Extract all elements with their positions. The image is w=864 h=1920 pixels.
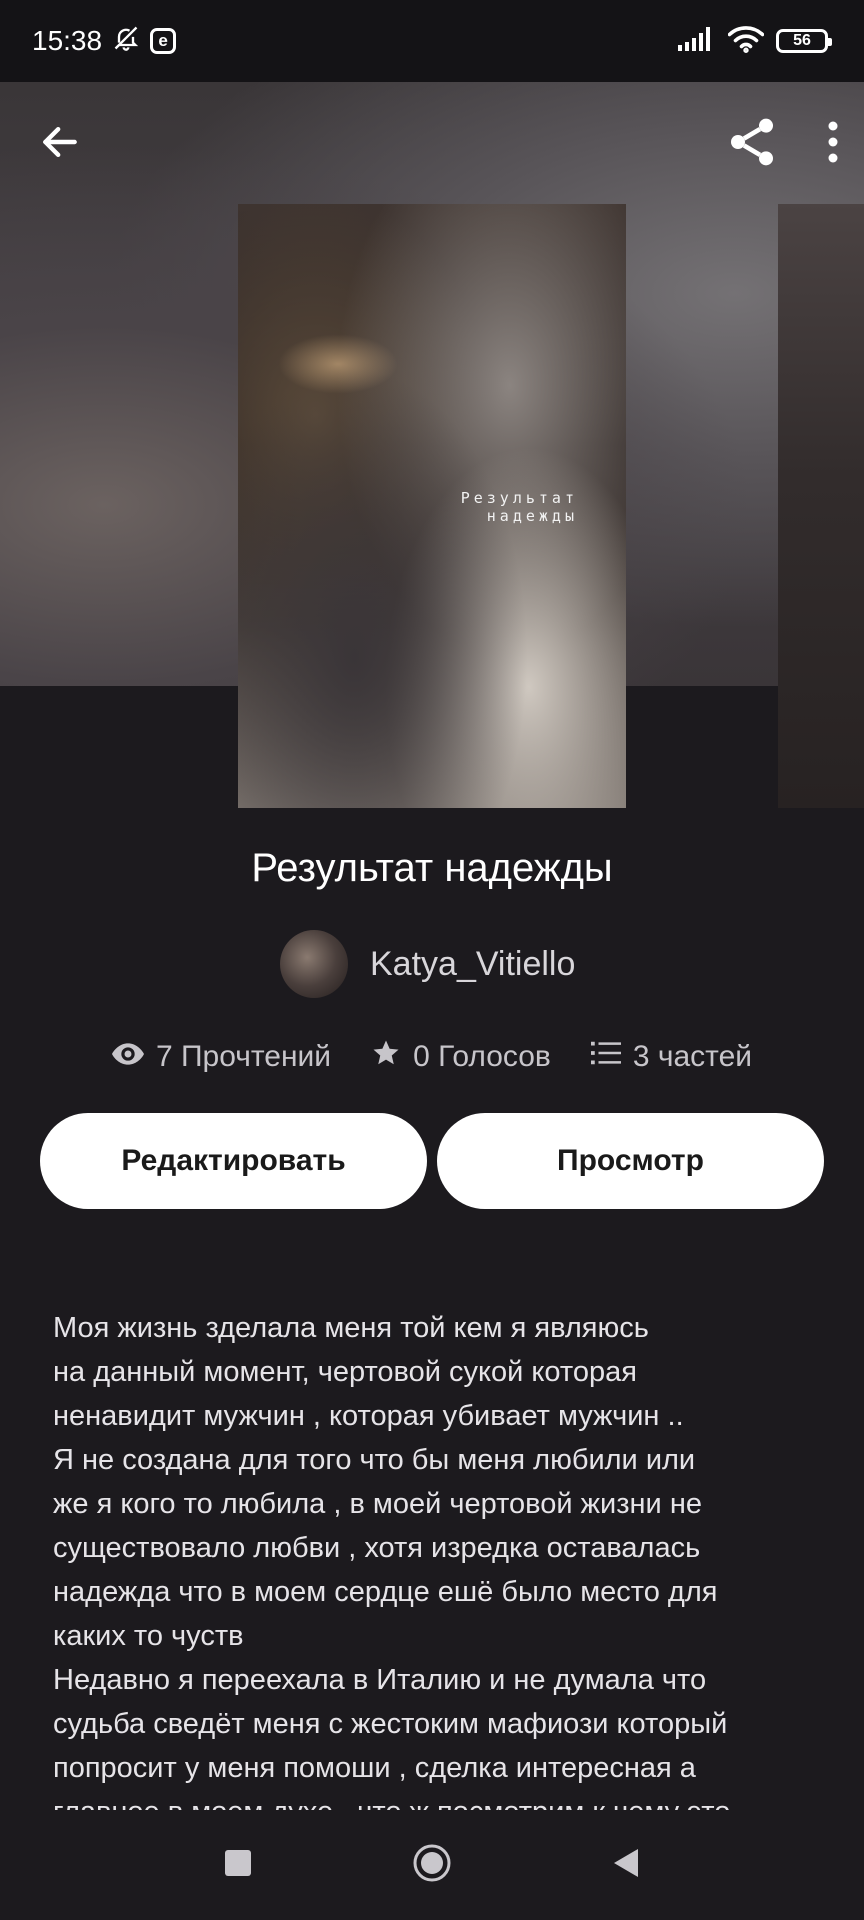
top-actions: [724, 114, 840, 170]
story-stats: 7 Прочтений 0 Голосов 3 частей: [0, 1038, 864, 1076]
share-icon[interactable]: [724, 114, 780, 170]
story-title: Результат надежды: [251, 846, 613, 890]
status-left: 15:38 e: [32, 24, 177, 59]
more-vertical-icon[interactable]: [826, 120, 840, 164]
story-description: Моя жизнь зделала меня той кем я являюсь…: [53, 1312, 731, 1816]
system-navigation-bar: [0, 1810, 864, 1920]
author-row[interactable]: Katya_Vitiello: [280, 930, 575, 998]
wifi-icon: [727, 25, 765, 58]
votes-stat: 0 Голосов: [371, 1038, 551, 1076]
back-triangle-icon[interactable]: [612, 1848, 640, 1883]
status-time: 15:38: [32, 25, 103, 56]
action-buttons: Редактировать Просмотр: [40, 1113, 824, 1209]
parts-stat: 3 частей: [590, 1040, 753, 1074]
reads-count: 7 Прочтений: [155, 1040, 332, 1073]
cover-text-line2: надежды: [486, 507, 578, 525]
e-badge-icon: e: [150, 28, 177, 54]
bell-off-icon: [112, 24, 140, 59]
cover-light-glow: [278, 334, 398, 394]
star-icon: [371, 1038, 401, 1076]
story-cover-image[interactable]: Результат надежды: [238, 204, 626, 808]
recents-square-icon[interactable]: [224, 1849, 252, 1882]
status-bar: 15:38 e 56: [0, 0, 864, 82]
avatar[interactable]: [280, 930, 348, 998]
top-app-bar: [0, 82, 864, 202]
author-name[interactable]: Katya_Vitiello: [370, 945, 575, 984]
reads-stat: 7 Прочтений: [111, 1040, 332, 1074]
votes-count: 0 Голосов: [413, 1040, 551, 1073]
edit-button[interactable]: Редактировать: [40, 1113, 427, 1209]
parts-count: 3 частей: [632, 1040, 753, 1073]
back-arrow-icon[interactable]: [38, 120, 82, 164]
status-right: 56: [678, 25, 832, 58]
signal-icon: [678, 26, 716, 56]
eye-icon: [111, 1040, 144, 1074]
battery-icon: 56: [776, 29, 832, 53]
list-icon: [590, 1040, 621, 1074]
cover-text-line1: Результат: [460, 489, 578, 507]
cover-title-text: Результат надежды: [408, 489, 578, 525]
preview-button[interactable]: Просмотр: [437, 1113, 824, 1209]
next-story-cover-peek[interactable]: [778, 204, 864, 808]
home-circle-icon[interactable]: [412, 1843, 452, 1888]
